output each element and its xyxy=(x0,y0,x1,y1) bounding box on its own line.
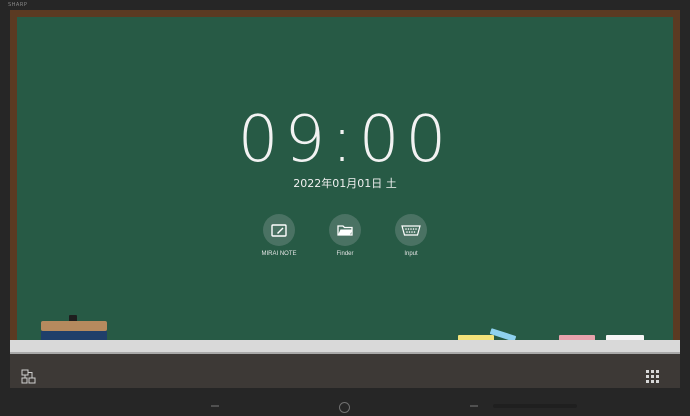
app-input[interactable]: Input xyxy=(381,214,441,257)
folder-icon[interactable] xyxy=(329,214,361,246)
speaker-slot xyxy=(493,404,577,408)
app-label-mirai-note: MIRAI NOTE xyxy=(261,251,297,257)
sensor-mark xyxy=(470,405,478,407)
input-port-icon[interactable] xyxy=(395,214,427,246)
taskbar xyxy=(10,354,680,388)
eraser-base xyxy=(41,331,107,340)
network-icon[interactable] xyxy=(20,368,36,384)
sensor-mark xyxy=(211,405,219,407)
apps-grid-icon[interactable] xyxy=(644,368,660,384)
brand-logo: SHARP xyxy=(8,2,28,8)
eraser-felt xyxy=(41,321,107,331)
power-button[interactable] xyxy=(339,402,350,413)
screen: 09:00 2022年01月01日 土 MIRAI NOTE Finder In… xyxy=(10,10,680,388)
chalk-tray xyxy=(10,340,680,354)
app-label-input: Input xyxy=(404,251,418,257)
clock-time: 09:00 xyxy=(237,103,453,177)
clock-date: 2022年01月01日 土 xyxy=(293,177,397,190)
app-finder[interactable]: Finder xyxy=(315,214,375,257)
app-label-finder: Finder xyxy=(336,251,354,257)
note-icon[interactable] xyxy=(263,214,295,246)
app-mirai-note[interactable]: MIRAI NOTE xyxy=(249,214,309,257)
